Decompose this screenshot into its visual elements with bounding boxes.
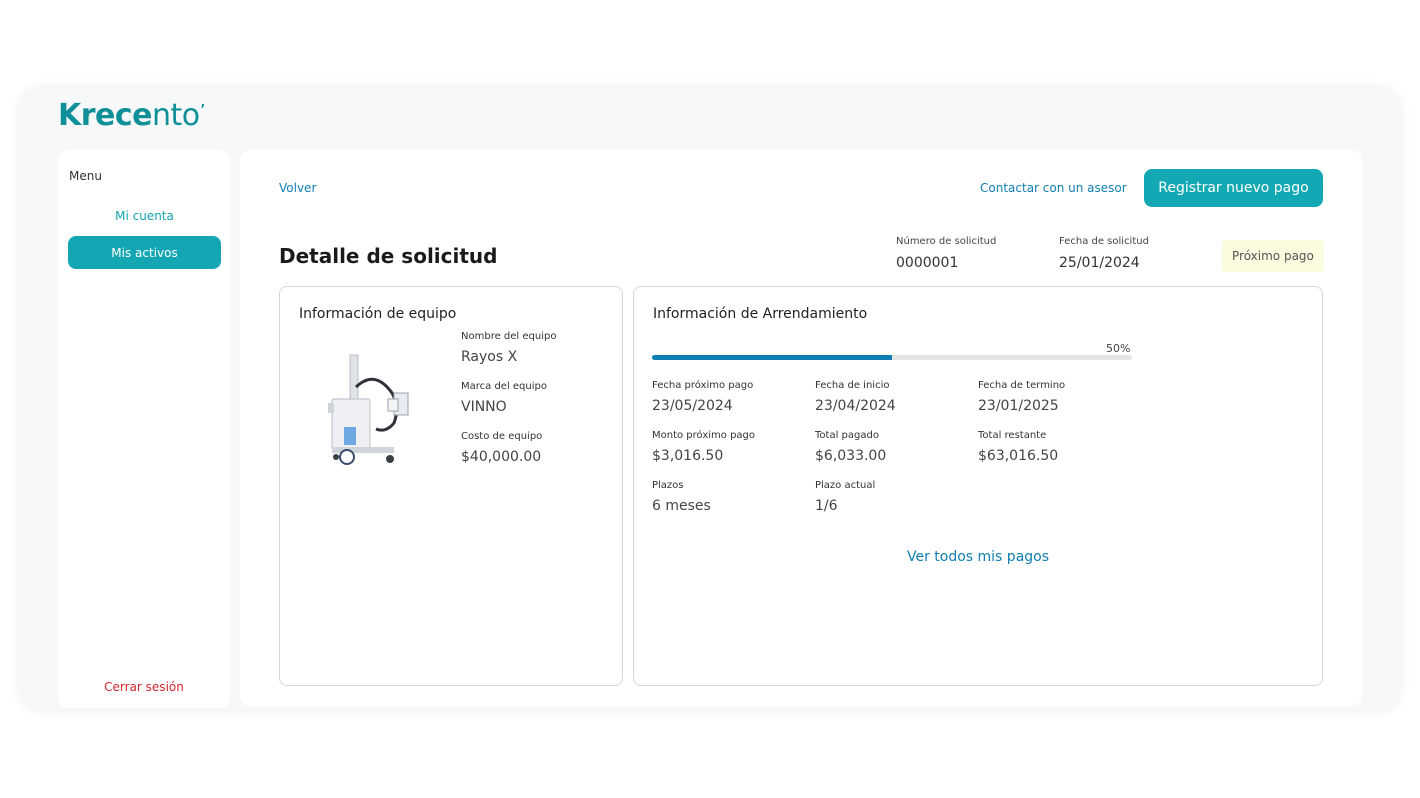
current-installment: Plazo actual 1/6 [815, 480, 876, 514]
progress-percent: 50% [1106, 342, 1131, 355]
krecento-logo[interactable]: Krecento’ [58, 98, 205, 133]
total-remaining: Total restante $63,016.50 [978, 430, 1059, 464]
request-number: Número de solicitud 0000001 [896, 236, 997, 271]
equipment-name: Nombre del equipo Rayos X [461, 331, 557, 365]
logo-mark-icon: ’ [200, 102, 206, 116]
next-payment-date: Fecha próximo pago 23/05/2024 [652, 380, 754, 414]
menu-label: Menu [69, 169, 102, 183]
lease-card: Información de Arrendamiento 50% Fecha p… [633, 286, 1323, 686]
lease-card-title: Información de Arrendamiento [653, 306, 868, 322]
status-badge: Próximo pago [1222, 240, 1324, 272]
main-panel: Volver Contactar con un asesor Registrar… [240, 150, 1362, 706]
end-date: Fecha de termino 23/01/2025 [978, 380, 1066, 414]
next-payment-amount: Monto próximo pago $3,016.50 [652, 430, 756, 464]
progress-bar [652, 355, 1132, 360]
request-date: Fecha de solicitud 25/01/2024 [1059, 236, 1149, 271]
installments: Plazos 6 meses [652, 480, 711, 514]
contact-advisor-link[interactable]: Contactar con un asesor [980, 181, 1127, 195]
view-all-payments-link[interactable]: Ver todos mis pagos [634, 549, 1322, 565]
equipment-card-title: Información de equipo [299, 306, 457, 322]
equipment-brand: Marca del equipo VINNO [461, 381, 547, 415]
back-link[interactable]: Volver [279, 181, 316, 195]
progress-bar-fill [652, 355, 892, 360]
start-date: Fecha de inicio 23/04/2024 [815, 380, 896, 414]
page-title: Detalle de solicitud [279, 244, 498, 268]
xray-machine-icon [328, 354, 409, 465]
register-payment-button[interactable]: Registrar nuevo pago [1144, 169, 1323, 207]
sidebar-item-mi-cuenta[interactable]: Mi cuenta [68, 199, 221, 232]
sidebar-item-mis-activos[interactable]: Mis activos [68, 236, 221, 269]
total-paid: Total pagado $6,033.00 [815, 430, 887, 464]
equipment-cost: Costo de equipo $40,000.00 [461, 431, 543, 465]
equipment-card: Información de equipo Nombre del equipo … [279, 286, 623, 686]
logout-link[interactable]: Cerrar sesión [58, 680, 230, 694]
app-frame: Krecento’ Menu Mi cuenta Mis activos Cer… [20, 88, 1400, 710]
sidebar: Menu Mi cuenta Mis activos Cerrar sesión [58, 150, 230, 708]
